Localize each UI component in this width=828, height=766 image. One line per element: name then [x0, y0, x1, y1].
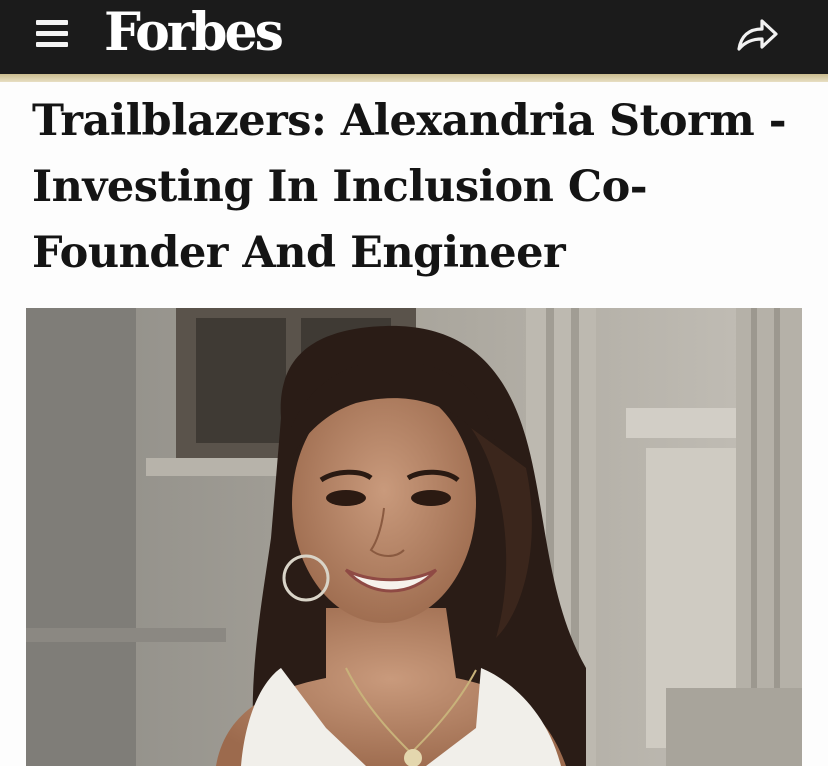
header-divider	[0, 74, 828, 82]
hamburger-menu-icon[interactable]	[34, 16, 70, 52]
article-hero-image	[26, 308, 802, 766]
article-headline: Trailblazers: Alexandria Storm - Investi…	[32, 96, 787, 278]
forbes-logo[interactable]: Forbes	[104, 2, 284, 64]
top-navigation-bar: Forbes	[0, 0, 828, 82]
share-arrow-icon[interactable]	[734, 16, 780, 54]
